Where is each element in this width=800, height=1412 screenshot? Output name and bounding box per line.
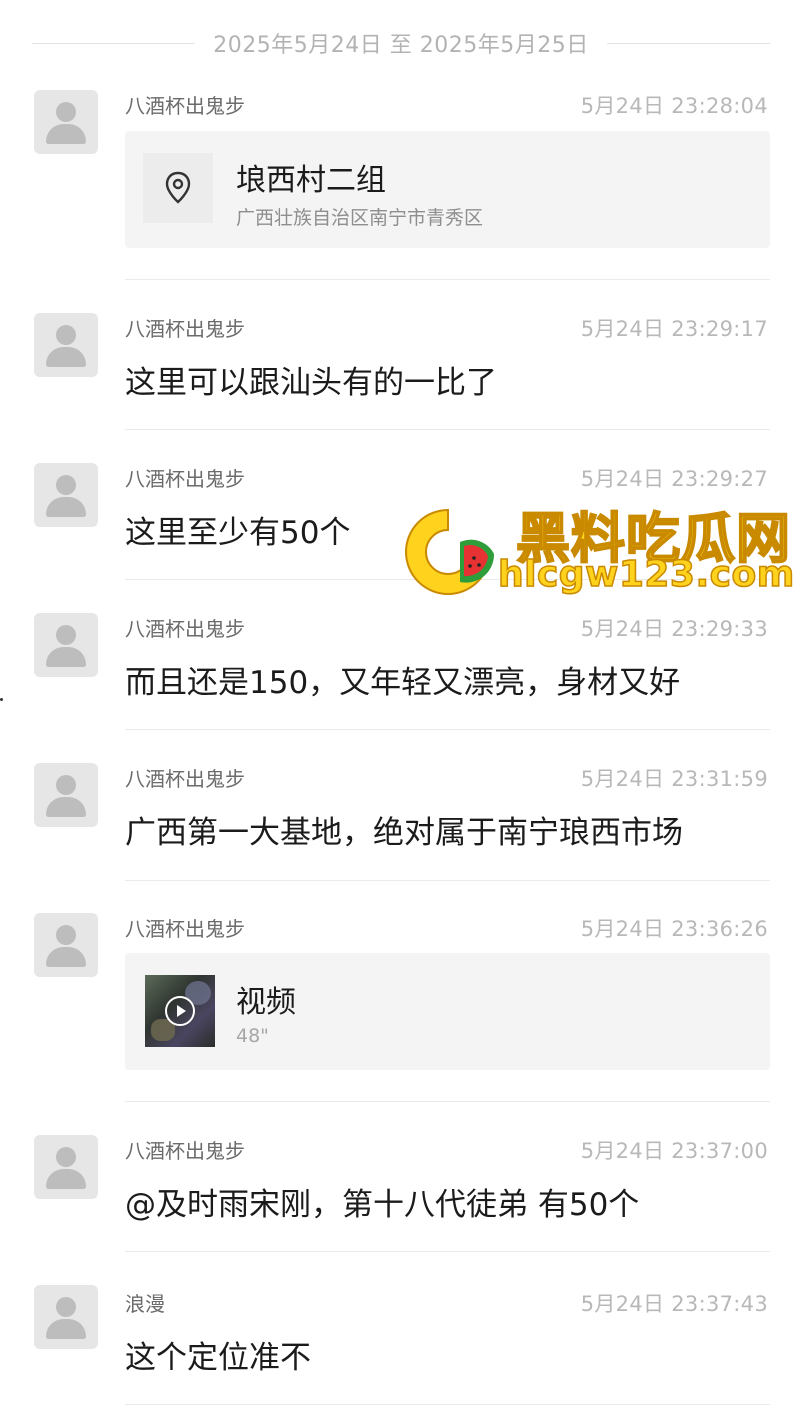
default-user-avatar-icon — [56, 475, 76, 495]
edge-dot — [0, 698, 3, 701]
message-divider — [125, 1251, 770, 1252]
sender-name: 浪漫 — [125, 1292, 165, 1316]
default-user-avatar-icon — [56, 325, 76, 345]
sender-name: 八酒杯出鬼步 — [125, 617, 245, 641]
avatar[interactable] — [34, 313, 98, 377]
message-divider — [125, 1101, 770, 1102]
message-divider — [125, 279, 770, 280]
watermark-url: hlcgw123.com — [497, 553, 795, 596]
sender-name: 八酒杯出鬼步 — [125, 94, 245, 118]
message-divider — [125, 429, 770, 430]
video-duration: 48" — [236, 1025, 269, 1047]
message-timestamp: 5月24日 23:31:59 — [580, 767, 768, 791]
video-title: 视频 — [236, 985, 296, 1020]
message-timestamp: 5月24日 23:28:04 — [580, 94, 768, 118]
default-user-avatar-icon — [56, 925, 76, 945]
message-timestamp: 5月24日 23:29:17 — [580, 317, 768, 341]
sender-name: 八酒杯出鬼步 — [125, 917, 245, 941]
default-user-avatar-icon — [56, 102, 76, 122]
message-text: @及时雨宋刚，第十八代徒弟 有50个 — [125, 1187, 640, 1223]
avatar[interactable] — [34, 763, 98, 827]
location-name: 埌西村二组 — [236, 163, 386, 198]
sender-name: 八酒杯出鬼步 — [125, 317, 245, 341]
video-card[interactable]: 视频 48" — [125, 953, 770, 1070]
avatar[interactable] — [34, 463, 98, 527]
date-range-header: 2025年5月24日 至 2025年5月25日 — [32, 26, 771, 60]
message-timestamp: 5月24日 23:37:00 — [580, 1139, 768, 1163]
message-text: 这个定位准不 — [125, 1340, 311, 1376]
message-timestamp: 5月24日 23:36:26 — [580, 917, 768, 941]
avatar[interactable] — [34, 613, 98, 677]
sender-name: 八酒杯出鬼步 — [125, 467, 245, 491]
watermelon-logo-icon — [405, 508, 495, 595]
sender-name: 八酒杯出鬼步 — [125, 1139, 245, 1163]
sender-name: 八酒杯出鬼步 — [125, 767, 245, 791]
avatar[interactable] — [34, 913, 98, 977]
message-text: 广西第一大基地，绝对属于南宁琅西市场 — [125, 815, 683, 851]
message-divider — [125, 729, 770, 730]
message-timestamp: 5月24日 23:37:43 — [580, 1292, 768, 1316]
default-user-avatar-icon — [56, 1297, 76, 1317]
message-text: 这里至少有50个 — [125, 515, 351, 551]
message-timestamp: 5月24日 23:29:33 — [580, 617, 768, 641]
message-divider — [125, 1404, 770, 1405]
site-watermark: 黑料吃瓜网 hlcgw123.com — [398, 498, 798, 608]
location-card[interactable]: 埌西村二组 广西壮族自治区南宁市青秀区 — [125, 131, 770, 248]
play-icon[interactable] — [165, 996, 195, 1026]
avatar[interactable] — [34, 1135, 98, 1199]
video-thumbnail[interactable] — [145, 975, 215, 1047]
message-text: 而且还是150，又年轻又漂亮，身材又好 — [125, 665, 681, 701]
divider-line — [32, 42, 196, 44]
message-text: 这里可以跟汕头有的一比了 — [125, 365, 497, 401]
message-timestamp: 5月24日 23:29:27 — [580, 467, 768, 491]
default-user-avatar-icon — [56, 625, 76, 645]
avatar[interactable] — [34, 1285, 98, 1349]
divider-line — [606, 42, 771, 44]
default-user-avatar-icon — [56, 775, 76, 795]
default-user-avatar-icon — [56, 1147, 76, 1167]
location-address: 广西壮族自治区南宁市青秀区 — [236, 207, 484, 229]
avatar[interactable] — [34, 90, 98, 154]
location-pin-icon — [143, 153, 213, 223]
date-range-label: 2025年5月24日 至 2025年5月25日 — [213, 33, 589, 58]
message-divider — [125, 880, 770, 881]
